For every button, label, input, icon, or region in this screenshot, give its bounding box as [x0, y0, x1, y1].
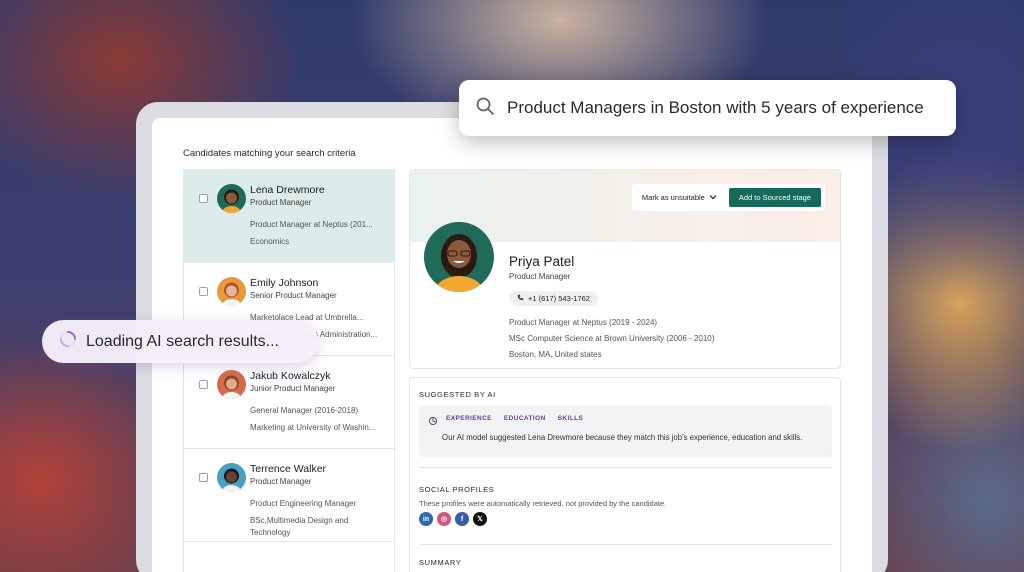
candidate-checkbox[interactable] — [199, 194, 208, 203]
candidate-checkbox[interactable] — [199, 287, 208, 296]
candidate-experience: General Manager (2016-2018) — [250, 406, 359, 415]
avatar — [217, 463, 246, 492]
candidate-row[interactable]: Lena Drewmore Product Manager Product Ma… — [184, 170, 394, 263]
spinner-icon — [59, 330, 77, 353]
candidate-name: Terrence Walker — [250, 463, 327, 475]
facebook-icon[interactable]: f — [455, 512, 469, 526]
social-profiles-note: These profiles were automatically retrie… — [419, 499, 667, 508]
chevron-down-icon — [709, 193, 717, 202]
profile-actions: Mark as unsuitable Add to Sourced stage — [631, 184, 825, 211]
profile-location: Boston, MA, United states — [509, 350, 602, 359]
dribbble-icon[interactable]: ◎ — [437, 512, 451, 526]
avatar — [217, 184, 246, 213]
profile-card: Mark as unsuitable Add to Sourced stage … — [409, 169, 841, 369]
divider — [419, 544, 832, 545]
ai-sparkle-icon — [428, 413, 438, 431]
profile-experience: Product Manager at Neptus (2019 - 2024) — [509, 318, 658, 327]
tag-experience: EXPERIENCE — [446, 415, 492, 422]
avatar — [217, 277, 246, 306]
search-icon — [475, 96, 495, 121]
candidate-row[interactable]: Terrence Walker Product Manager Product … — [184, 449, 394, 542]
match-tags: EXPERIENCE EDUCATION SKILLS — [446, 415, 583, 422]
x-icon[interactable]: 𝕏 — [473, 512, 487, 526]
profile-name: Priya Patel — [509, 254, 575, 269]
mark-unsuitable-label: Mark as unsuitable — [641, 193, 705, 202]
candidate-list: Lena Drewmore Product Manager Product Ma… — [183, 169, 395, 572]
candidate-checkbox[interactable] — [199, 473, 208, 482]
social-profiles-heading: SOCIAL PROFILES — [419, 485, 495, 494]
profile-info: Priya Patel Product Manager +1 (617) 543… — [509, 254, 714, 359]
candidate-role: Senior Product Manager — [250, 291, 337, 300]
candidate-name: Lena Drewmore — [250, 184, 325, 196]
candidate-row[interactable]: Jakub Kowalczyk Junior Product Manager G… — [184, 356, 394, 449]
candidate-experience: Product Engineering Manager — [250, 499, 357, 508]
summary-heading: SUMMARY — [419, 558, 462, 567]
suggestion-text: Our AI model suggested Lena Drewmore bec… — [442, 433, 803, 442]
loading-text: Loading AI search results... — [86, 332, 279, 350]
add-to-sourced-button[interactable]: Add to Sourced stage — [728, 188, 821, 207]
candidate-role: Junior Product Manager — [250, 384, 336, 393]
profile-avatar — [424, 222, 494, 292]
suggested-by-ai-heading: SUGGESTED BY AI — [419, 390, 496, 399]
divider — [419, 467, 832, 468]
candidate-role: Product Manager — [250, 198, 312, 207]
suggestion-box: EXPERIENCE EDUCATION SKILLS Our AI model… — [419, 405, 832, 457]
candidate-experience: Product Manager at Neptus (201... — [250, 220, 373, 229]
phone-chip[interactable]: +1 (617) 543-1762 — [509, 291, 598, 306]
candidate-role: Product Manager — [250, 477, 312, 486]
avatar — [217, 370, 246, 399]
search-bar[interactable]: Product Managers in Boston with 5 years … — [459, 80, 956, 136]
candidate-education: Marketing at University of Washin... — [250, 423, 376, 432]
tag-skills: SKILLS — [557, 415, 584, 422]
candidate-name: Emily Johnson — [250, 277, 319, 289]
phone-number: +1 (617) 543-1762 — [528, 294, 590, 303]
mark-unsuitable-button[interactable]: Mark as unsuitable — [636, 189, 723, 206]
linkedin-icon[interactable]: in — [419, 512, 433, 526]
candidate-education: Economics — [250, 237, 290, 246]
profile-education: MSc Computer Science at Brown University… — [509, 334, 715, 343]
page-title: Candidates matching your search criteria — [183, 148, 356, 159]
profile-role: Product Manager — [509, 272, 571, 281]
loading-indicator: Loading AI search results... — [42, 320, 318, 363]
phone-icon — [517, 294, 524, 303]
candidate-education: BSc,Multimedia Design and Technology — [250, 516, 349, 537]
search-query[interactable]: Product Managers in Boston with 5 years … — [507, 98, 924, 118]
tag-education: EDUCATION — [503, 415, 546, 422]
ai-suggestion-card: SUGGESTED BY AI EXPERIENCE EDUCATION SKI… — [409, 377, 841, 572]
candidate-checkbox[interactable] — [199, 380, 208, 389]
social-icons: in ◎ f 𝕏 — [419, 512, 487, 526]
candidate-name: Jakub Kowalczyk — [250, 370, 331, 382]
